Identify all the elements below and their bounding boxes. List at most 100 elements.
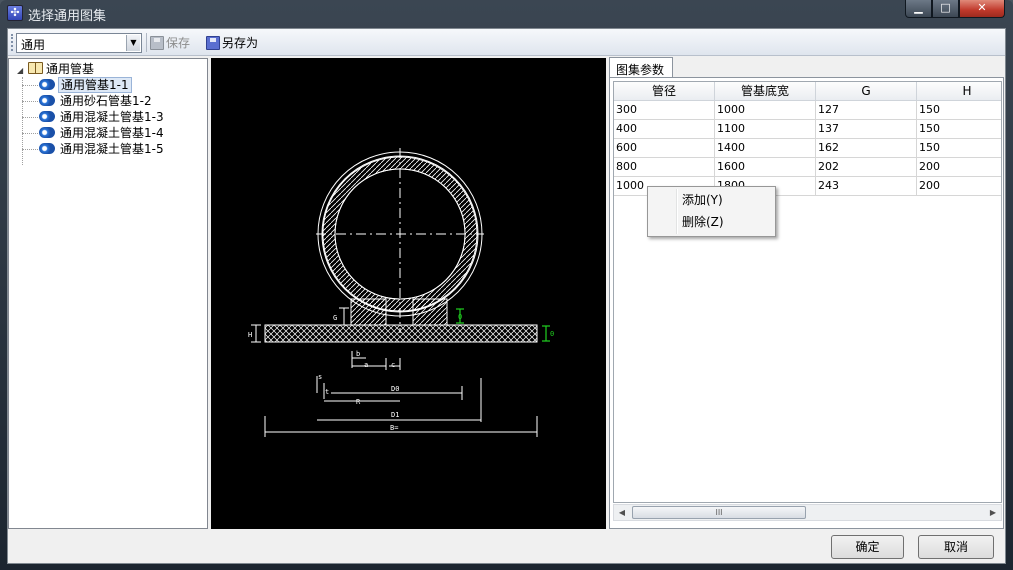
save-as-disk-icon	[206, 36, 220, 50]
pipe-icon	[39, 143, 55, 154]
tree-item-hunningtu-1-4[interactable]: 通用混凝土管基1-4	[39, 125, 166, 141]
tree-item-label: 通用混凝土管基1-5	[60, 142, 164, 156]
tree-item-label: 通用砂石管基1-2	[60, 94, 152, 108]
horizontal-scrollbar[interactable]: ◀ III ▶	[613, 504, 1002, 521]
label-i2: 0	[550, 330, 554, 338]
cell[interactable]: 1600	[715, 158, 816, 177]
cell[interactable]: 127	[816, 101, 917, 120]
label-r: R	[356, 398, 361, 406]
scroll-thumb[interactable]: III	[632, 506, 806, 519]
tree-connector	[22, 117, 38, 118]
label-h: H	[248, 331, 252, 339]
grid-header: 管径 管基底宽 G H	[614, 82, 1001, 101]
label-s: s	[318, 373, 322, 381]
drawing-canvas[interactable]: G H b a c s t D0 R D1 B= 0 0	[211, 58, 606, 529]
tree-item-guanji-1-1[interactable]: 通用管基1-1	[39, 77, 132, 93]
tree-item-label: 通用管基1-1	[58, 77, 132, 93]
tree-item-label: 通用混凝土管基1-3	[60, 110, 164, 124]
chevron-down-icon[interactable]: ▼	[126, 35, 140, 51]
atlas-tree[interactable]: ◢ 通用管基 通用管基1-1 通用砂石管基1-2 通用混凝土管基1-3 通用混凝土…	[8, 58, 208, 529]
col-header-h[interactable]: H	[917, 82, 1001, 101]
cell[interactable]: 1400	[715, 139, 816, 158]
cell[interactable]: 150	[917, 139, 1001, 158]
dialog-window: ✣ 选择通用图集 ▁ □ ✕ 通用 ▼ 保存 另存为 ◢ 通用管基 通用管基1-…	[0, 0, 1013, 570]
toolbar-grip[interactable]	[11, 34, 14, 51]
tree-item-hunningtu-1-3[interactable]: 通用混凝土管基1-3	[39, 109, 166, 125]
cell[interactable]: 243	[816, 177, 917, 196]
tree-item-hunningtu-1-5[interactable]: 通用混凝土管基1-5	[39, 141, 166, 157]
col-header-pipe-diameter[interactable]: 管径	[614, 82, 715, 101]
label-d1: D1	[391, 411, 399, 419]
tree-connector	[22, 149, 38, 150]
col-header-g[interactable]: G	[816, 82, 917, 101]
menu-item-add[interactable]: 添加(Y)	[682, 190, 723, 210]
table-row[interactable]: 600 1400 162 150	[614, 139, 1001, 158]
minimize-button[interactable]: ▁	[905, 0, 932, 18]
save-button-label: 保存	[166, 36, 191, 50]
label-i: 0	[458, 313, 462, 321]
label-b: b	[356, 350, 360, 358]
close-button[interactable]: ✕	[959, 0, 1005, 18]
cell[interactable]: 202	[816, 158, 917, 177]
label-g: G	[333, 314, 337, 322]
cell[interactable]: 200	[917, 177, 1001, 196]
label-t: t	[325, 388, 329, 396]
menu-item-delete[interactable]: 删除(Z)	[682, 212, 724, 232]
title-bar[interactable]: ✣ 选择通用图集 ▁ □ ✕	[0, 0, 1013, 26]
label-d0: D0	[391, 385, 399, 393]
table-row[interactable]: 300 1000 127 150	[614, 101, 1001, 120]
pipe-icon	[39, 127, 55, 138]
saddle-left	[350, 298, 387, 326]
category-combo[interactable]: 通用 ▼	[16, 33, 142, 53]
params-grid[interactable]: 管径 管基底宽 G H 300 1000 127 150 400 1100 13…	[613, 81, 1002, 503]
tree-connector	[22, 133, 38, 134]
scroll-left-icon[interactable]: ◀	[614, 505, 630, 520]
col-header-base-width[interactable]: 管基底宽	[715, 82, 816, 101]
tree-root[interactable]: ◢ 通用管基	[17, 61, 94, 77]
pipe-foundation-drawing: G H b a c s t D0 R D1 B= 0 0	[248, 148, 554, 437]
tree-item-shashi-1-2[interactable]: 通用砂石管基1-2	[39, 93, 154, 109]
table-row[interactable]: 800 1600 202 200	[614, 158, 1001, 177]
save-button[interactable]: 保存	[146, 33, 198, 53]
tree-connector	[22, 101, 38, 102]
tree-root-label: 通用管基	[46, 62, 95, 76]
save-as-button-label: 另存为	[222, 36, 259, 50]
cancel-button[interactable]: 取消	[918, 535, 994, 559]
cell[interactable]: 600	[614, 139, 715, 158]
params-tab-panel: 管径 管基底宽 G H 300 1000 127 150 400 1100 13…	[609, 77, 1004, 529]
cell[interactable]: 400	[614, 120, 715, 139]
save-disk-icon	[150, 36, 164, 50]
params-tab-control: 图集参数 管径 管基底宽 G H 300 1000 127 150 400 11…	[609, 57, 1004, 529]
book-icon	[28, 62, 43, 74]
context-menu: 添加(Y) 删除(Z)	[647, 186, 776, 237]
label-a: a	[364, 361, 368, 369]
cell[interactable]: 137	[816, 120, 917, 139]
category-combo-value: 通用	[21, 38, 46, 52]
cell[interactable]: 150	[917, 120, 1001, 139]
cell[interactable]: 1000	[715, 101, 816, 120]
cell[interactable]: 162	[816, 139, 917, 158]
cell[interactable]: 300	[614, 101, 715, 120]
cell[interactable]: 1100	[715, 120, 816, 139]
ok-button[interactable]: 确定	[831, 535, 904, 559]
cell[interactable]: 150	[917, 101, 1001, 120]
cell[interactable]: 200	[917, 158, 1001, 177]
save-as-button[interactable]: 另存为	[202, 33, 266, 53]
maximize-button[interactable]: □	[932, 0, 959, 18]
saddle-right	[412, 298, 448, 326]
tree-item-label: 通用混凝土管基1-4	[60, 126, 164, 140]
toolbar: 通用 ▼ 保存 另存为	[8, 29, 1005, 56]
scroll-right-icon[interactable]: ▶	[985, 505, 1001, 520]
window-title: 选择通用图集	[28, 9, 107, 24]
tree-connector	[22, 77, 23, 165]
pipe-icon	[39, 95, 55, 106]
pipe-icon	[39, 79, 55, 90]
label-b-eq: B=	[390, 424, 398, 432]
cell[interactable]: 800	[614, 158, 715, 177]
table-row[interactable]: 400 1100 137 150	[614, 120, 1001, 139]
foundation-slab	[264, 324, 538, 343]
label-c: c	[391, 361, 395, 369]
tab-atlas-params[interactable]: 图集参数	[609, 57, 673, 78]
expand-triangle-icon[interactable]: ◢	[17, 63, 26, 79]
app-icon: ✣	[7, 5, 23, 21]
